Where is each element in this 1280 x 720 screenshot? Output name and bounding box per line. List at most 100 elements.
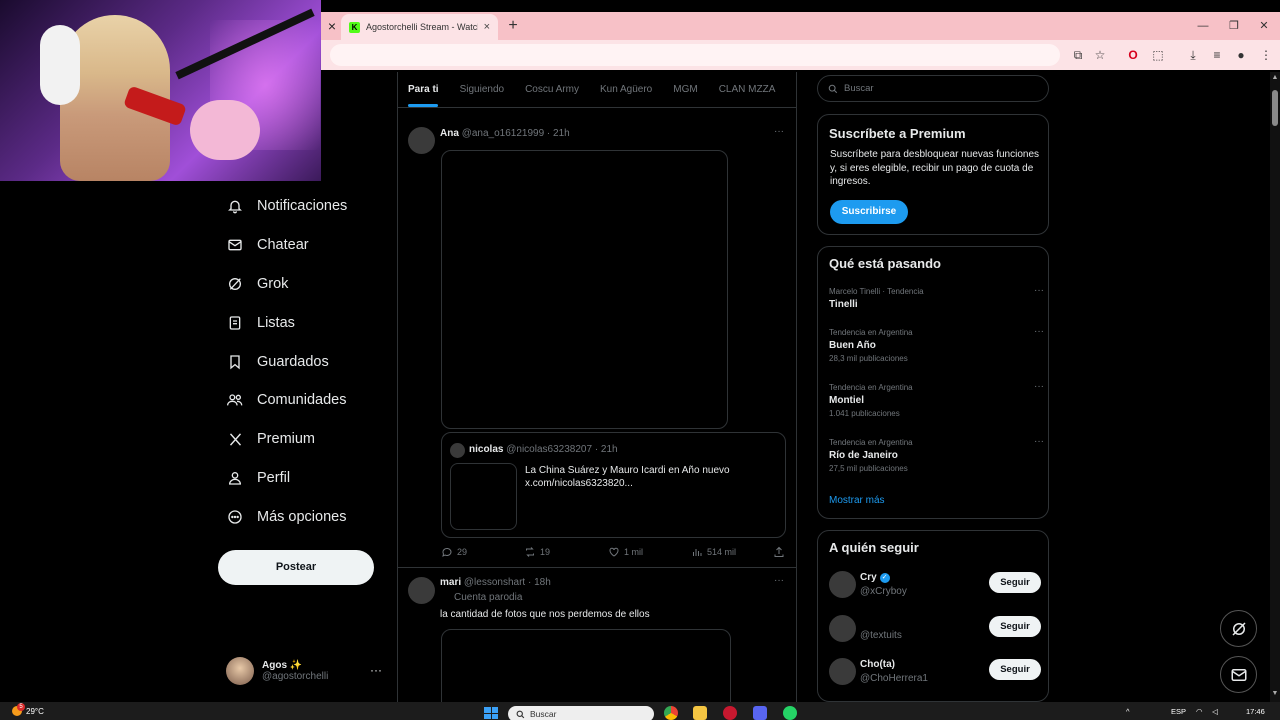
opera-gx-icon[interactable]	[723, 706, 737, 720]
quoted-media	[450, 463, 517, 530]
bookmark-star-icon[interactable]: ☆	[1092, 46, 1108, 64]
restore-icon[interactable]: ❐	[1222, 14, 1246, 38]
grok-float-button[interactable]	[1220, 610, 1257, 647]
tweet-more-icon[interactable]: ···	[774, 575, 784, 586]
heart-icon	[609, 547, 619, 557]
trend-item[interactable]: Tendencia en Argentina Río de Janeiro 27…	[829, 436, 1044, 473]
opera-icon[interactable]: O	[1125, 46, 1141, 64]
show-more-link[interactable]: Mostrar más	[829, 495, 885, 506]
tweet[interactable]: Ana @ana_o16121999 · 21h ··· nicolas @ni…	[398, 120, 796, 570]
follow-handle: @ChoHerrera1	[860, 673, 928, 684]
clock[interactable]: 17:46	[1246, 707, 1265, 716]
repost-count: 19	[540, 547, 551, 557]
trend-more-icon[interactable]: ···	[1034, 436, 1044, 447]
more-icon[interactable]: ···	[370, 663, 382, 677]
minimize-icon[interactable]: —	[1191, 14, 1215, 38]
like-button[interactable]: 1 mil	[608, 546, 643, 558]
avatar[interactable]	[829, 571, 856, 598]
follow-button[interactable]: Seguir	[989, 572, 1041, 593]
tab-close-icon[interactable]: ×	[484, 21, 490, 33]
trend-item[interactable]: Tendencia en Argentina Buen Año 28,3 mil…	[829, 326, 1044, 363]
discord-icon[interactable]	[753, 706, 767, 720]
scroll-up-icon[interactable]: ▲	[1271, 74, 1279, 81]
tweet-more-icon[interactable]: ···	[774, 126, 784, 137]
nav-item-perfil[interactable]: Perfil	[218, 459, 388, 498]
tab-search-icon[interactable]: ≡	[1209, 46, 1225, 64]
tweet-author-name[interactable]: mari	[440, 577, 461, 588]
profile-icon[interactable]: ●	[1233, 46, 1249, 64]
extensions-icon[interactable]: ⬚	[1150, 46, 1166, 64]
window-close-icon[interactable]: ✕	[1252, 14, 1276, 38]
tab-para-ti[interactable]: Para ti	[408, 84, 439, 95]
nav-item-chatear[interactable]: Chatear	[218, 226, 388, 265]
people-icon	[226, 391, 244, 409]
post-button[interactable]: Postear	[218, 550, 374, 585]
views-button[interactable]: 514 mil	[691, 546, 736, 558]
avatar[interactable]	[408, 577, 435, 604]
tweet-author-name[interactable]: Ana	[440, 128, 459, 139]
follow-button[interactable]: Seguir	[989, 659, 1041, 680]
nav-item-listas[interactable]: Listas	[218, 303, 388, 342]
trend-item[interactable]: Tendencia en Argentina Montiel 1.041 pub…	[829, 381, 1044, 418]
tab-kun-aguero[interactable]: Kun Agüero	[600, 84, 652, 95]
taskbar-search[interactable]: Buscar	[508, 706, 654, 720]
timeline-tabs: Para ti Siguiendo Coscu Army Kun Agüero …	[398, 72, 796, 108]
scrollbar-thumb[interactable]	[1272, 90, 1278, 126]
browser-tab[interactable]: K Agostorchelli Stream - Watch Li ×	[341, 14, 498, 40]
account-switcher[interactable]: Agos ✨ @agostorchelli ···	[226, 655, 386, 687]
chevron-up-icon[interactable]: ^	[1126, 707, 1130, 716]
chrome-icon[interactable]	[664, 706, 678, 720]
language-indicator[interactable]: ESP	[1171, 707, 1186, 716]
whatsapp-icon[interactable]	[783, 706, 797, 720]
nav-item-notificaciones[interactable]: Notificaciones	[218, 187, 388, 226]
tweet[interactable]: mari @lessonshart · 18h Cuenta parodia ·…	[398, 569, 796, 720]
reply-button[interactable]: 29	[441, 546, 467, 558]
nav-item-comunidades[interactable]: Comunidades	[218, 381, 388, 420]
nav-item-mas-opciones[interactable]: Más opciones	[218, 497, 388, 536]
new-tab-button[interactable]: +	[504, 14, 522, 38]
tab-siguiendo[interactable]: Siguiendo	[460, 84, 504, 95]
close-icon[interactable]: ×	[321, 12, 343, 40]
avatar[interactable]	[408, 127, 435, 154]
trend-more-icon[interactable]: ···	[1034, 285, 1044, 296]
address-bar[interactable]	[330, 44, 1060, 66]
nav-item-grok[interactable]: Grok	[218, 265, 388, 304]
follow-button[interactable]: Seguir	[989, 616, 1041, 637]
subscribe-button[interactable]: Suscribirse	[830, 200, 908, 224]
repost-button[interactable]: 19	[524, 546, 550, 558]
trend-item[interactable]: Marcelo Tinelli · Tendencia Tinelli ···	[829, 285, 1044, 310]
follow-suggestion[interactable]: Cry ✓ @xCryboy Seguir	[829, 569, 1041, 603]
messages-float-button[interactable]	[1220, 656, 1257, 693]
x-logo-icon	[226, 430, 244, 448]
reply-count: 29	[457, 547, 468, 557]
nav-item-premium[interactable]: Premium	[218, 420, 388, 459]
tab-coscu-army[interactable]: Coscu Army	[525, 84, 579, 95]
follow-suggestion[interactable]: @textuits Seguir	[829, 613, 1041, 647]
wifi-icon[interactable]: ◠	[1196, 707, 1203, 716]
nav-item-guardados[interactable]: Guardados	[218, 342, 388, 381]
tweet-actions: 29 19 1 mil 514 mil	[441, 546, 786, 560]
share-button[interactable]	[773, 546, 785, 558]
file-explorer-icon[interactable]	[693, 706, 707, 720]
tab-clan-mzza[interactable]: CLAN MZZA	[719, 84, 776, 95]
tab-mgm[interactable]: MGM	[673, 84, 697, 95]
menu-icon[interactable]: ⋮	[1258, 46, 1274, 64]
tweet-author-handle[interactable]: @lessonshart	[464, 577, 525, 588]
download-icon[interactable]: ⤓	[1185, 46, 1201, 64]
scroll-down-icon[interactable]: ▼	[1271, 690, 1279, 697]
tweet-media[interactable]	[441, 150, 728, 429]
quoted-tweet[interactable]: nicolas @nicolas63238207 · 21h La China …	[441, 432, 786, 538]
avatar[interactable]	[829, 615, 856, 642]
windows-start-icon[interactable]	[484, 707, 498, 719]
tweet-author-handle[interactable]: @ana_o16121999	[462, 128, 544, 139]
follow-suggestion[interactable]: Cho(ta) @ChoHerrera1 Seguir	[829, 656, 1041, 690]
trend-more-icon[interactable]: ···	[1034, 381, 1044, 392]
page-scrollbar[interactable]: ▲ ▼	[1270, 72, 1280, 702]
install-icon[interactable]: ⧉	[1070, 46, 1086, 64]
search-box[interactable]	[817, 75, 1049, 102]
trend-more-icon[interactable]: ···	[1034, 326, 1044, 337]
volume-icon[interactable]: ◁	[1212, 707, 1218, 716]
avatar[interactable]	[829, 658, 856, 685]
weather-widget[interactable]: 5 29°C	[12, 703, 44, 716]
search-input[interactable]	[844, 83, 1034, 94]
